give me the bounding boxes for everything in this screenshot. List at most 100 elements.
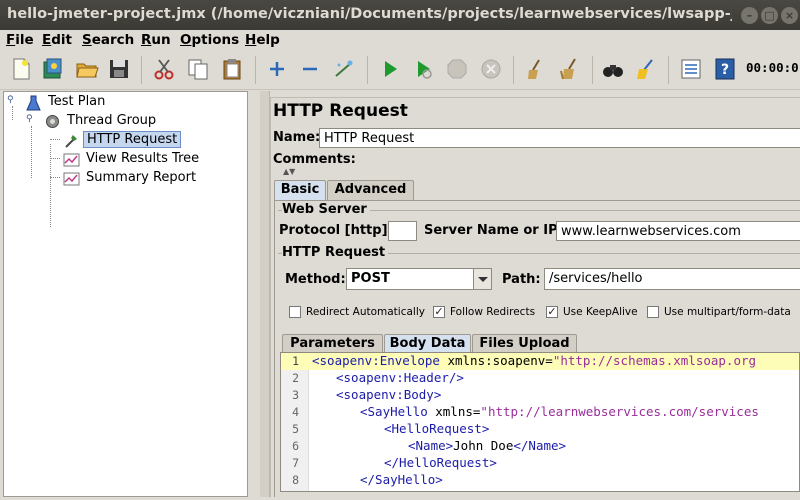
menu-search-label: earch: [91, 32, 135, 48]
menu-edit-mnemonic: E: [42, 32, 52, 48]
minimize-button[interactable]: –: [741, 7, 758, 24]
new-button[interactable]: [6, 54, 36, 84]
path-label: Path:: [502, 272, 541, 287]
copy-icon: [188, 59, 208, 80]
xml-tag: <SayHello: [360, 404, 428, 419]
line-number: 4: [292, 405, 299, 419]
tab-files-upload[interactable]: Files Upload: [472, 334, 577, 354]
menu-help[interactable]: Help: [245, 32, 280, 48]
test-plan-tree[interactable]: ⚲ Test Plan ⚲ Thread Group HTTP Request …: [3, 91, 248, 497]
body-data-editor[interactable]: 1 <soapenv:Envelope xmlns:soapenv="http:…: [280, 352, 800, 492]
check-icon: ✓: [433, 305, 445, 318]
toggle-button[interactable]: [329, 54, 359, 84]
xml-string: "http://learnwebservices.com/services: [480, 404, 759, 419]
broom-icon: [528, 59, 540, 79]
menu-options[interactable]: Options: [180, 32, 239, 48]
line-number: 2: [292, 371, 299, 385]
code-line: 5 <HelloRequest>: [281, 421, 799, 438]
start-button[interactable]: [375, 54, 405, 84]
elapsed-timer: 00:00:0: [746, 60, 799, 75]
save-button[interactable]: [104, 54, 134, 84]
tree-item-label: HTTP Request: [83, 131, 182, 148]
line-number: 6: [292, 439, 299, 453]
checkbox-label: Use KeepAlive: [563, 306, 638, 318]
minus-icon: [303, 67, 317, 71]
check-icon: ✓: [546, 305, 558, 318]
clear-all-button[interactable]: [555, 54, 585, 84]
expand-handle-icon[interactable]: ⚲: [7, 95, 14, 105]
help-button[interactable]: ?: [710, 54, 740, 84]
checkbox-label: Use multipart/form-data: [664, 306, 791, 318]
name-label: Name:: [273, 130, 321, 145]
maximize-button[interactable]: □: [761, 7, 778, 24]
protocol-field[interactable]: [388, 221, 417, 241]
tab-basic[interactable]: Basic: [274, 180, 326, 200]
search-button[interactable]: [598, 54, 628, 84]
expand-all-button[interactable]: [262, 54, 292, 84]
menu-help-mnemonic: H: [245, 32, 257, 48]
new-file-icon: [13, 58, 30, 80]
line-number: 3: [292, 388, 299, 402]
code-line: 8 </SayHello>: [281, 472, 799, 489]
open-button[interactable]: [72, 54, 102, 84]
panel-scrollbar[interactable]: [260, 91, 270, 497]
web-server-title: Web Server: [282, 202, 370, 217]
window-title: hello-jmeter-project.jmx (/home/vicznian…: [7, 6, 732, 22]
menu-file-label: ile: [15, 32, 34, 48]
expand-handle-icon[interactable]: ⚲: [26, 114, 33, 124]
code-line: 6 <Name>John Doe</Name>: [281, 438, 799, 455]
code-line: 3 <soapenv:Body>: [281, 387, 799, 404]
collapse-arrows-icon[interactable]: ▲▼: [283, 167, 295, 176]
tab-body-data[interactable]: Body Data: [384, 334, 471, 354]
menu-search[interactable]: Search: [82, 32, 134, 48]
tab-parameters[interactable]: Parameters: [282, 334, 383, 354]
pane-splitter[interactable]: [249, 91, 259, 497]
path-field[interactable]: /services/hello: [544, 268, 800, 290]
checkbox-box: [289, 306, 301, 318]
close-button[interactable]: ×: [781, 7, 798, 24]
shutdown-button[interactable]: [476, 54, 506, 84]
server-name-field[interactable]: www.learnwebservices.com: [556, 221, 800, 241]
menu-run[interactable]: Run: [141, 32, 171, 48]
collapse-all-button[interactable]: [295, 54, 325, 84]
templates-button[interactable]: [38, 54, 68, 84]
reset-broom-icon: [637, 59, 653, 79]
xml-tag: <HelloRequest>: [384, 421, 490, 436]
menu-options-label: ptions: [191, 32, 240, 48]
name-field[interactable]: HTTP Request: [319, 128, 800, 148]
save-disk-icon: [110, 60, 128, 78]
tab-advanced[interactable]: Advanced: [327, 180, 414, 200]
menu-run-label: un: [151, 32, 171, 48]
xml-tag: </SayHello>: [360, 472, 443, 487]
copy-button[interactable]: [183, 54, 213, 84]
binoculars-icon: [603, 65, 623, 77]
plus-icon: [270, 62, 284, 76]
shutdown-icon: [481, 59, 501, 79]
menu-file[interactable]: File: [6, 32, 34, 48]
cut-button[interactable]: [149, 54, 179, 84]
svg-text:?: ?: [721, 62, 729, 78]
xml-attr: xmlns=: [427, 404, 481, 419]
line-number: 5: [292, 422, 299, 436]
start-no-pauses-button[interactable]: [408, 54, 438, 84]
menu-edit[interactable]: Edit: [42, 32, 72, 48]
xml-tag: <soapenv:Header/>: [336, 370, 464, 385]
stop-button[interactable]: [442, 54, 472, 84]
xml-tag: </HelloRequest>: [384, 455, 497, 470]
clear-button[interactable]: [521, 54, 551, 84]
xml-attr: xmlns:soapenv=: [439, 353, 553, 368]
code-line: 1 <soapenv:Envelope xmlns:soapenv="http:…: [281, 353, 799, 370]
broom-all-icon: [560, 58, 576, 80]
chevron-down-icon[interactable]: [473, 269, 491, 289]
checkbox-label: Redirect Automatically: [306, 306, 425, 318]
code-line: 2 <soapenv:Header/>: [281, 370, 799, 387]
protocol-label: Protocol [http]:: [279, 223, 393, 238]
line-number: 8: [292, 473, 299, 487]
method-value: POST: [351, 271, 390, 286]
tree-item-label: View Results Tree: [86, 151, 200, 166]
graph-icon: [63, 172, 80, 186]
function-helper-button[interactable]: [676, 54, 706, 84]
reset-search-button[interactable]: [631, 54, 661, 84]
paste-button[interactable]: [217, 54, 247, 84]
method-select[interactable]: POST: [346, 268, 492, 290]
